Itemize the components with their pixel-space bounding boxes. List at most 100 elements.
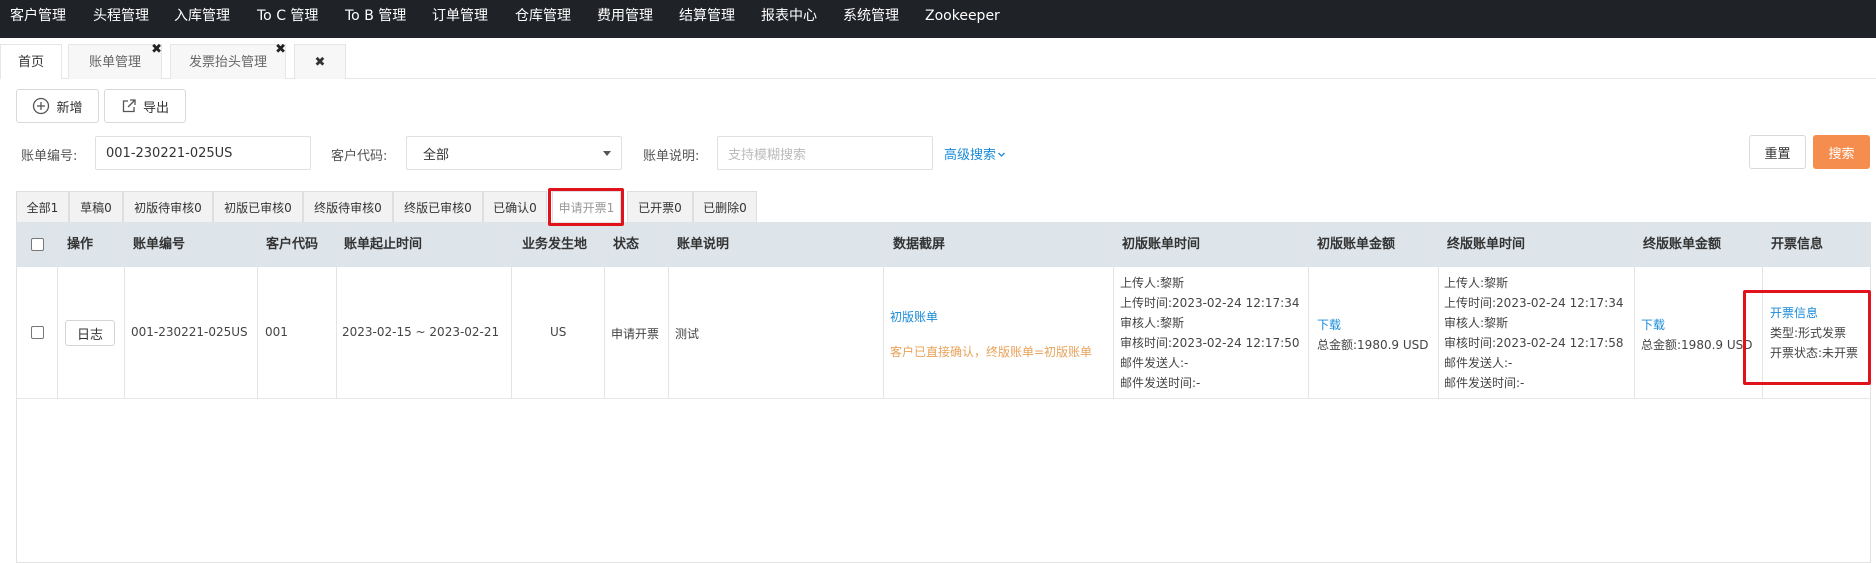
page-tabs-bar: 首页 账单管理 ✖ 发票抬头管理 ✖ ✖ bbox=[0, 38, 1876, 79]
bill-no-label: 账单编号: bbox=[21, 149, 78, 164]
final-review-time: 审核时间:2023-02-24 12:17:58 bbox=[1444, 336, 1624, 350]
reset-button[interactable]: 重置 bbox=[1749, 135, 1806, 169]
bill-desc-placeholder: 支持模糊搜索 bbox=[728, 147, 807, 163]
table-row: 日志 001-230221-025US 001 2023-02-15 ~ 202… bbox=[17, 267, 1870, 399]
screenshot-note: 客户已直接确认，终版账单=初版账单 bbox=[890, 345, 1093, 359]
bill-table: 操作 账单编号 客户代码 账单起止时间 业务发生地 状态 账单说明 数据截屏 初… bbox=[16, 222, 1871, 563]
nav-item-zookeeper[interactable]: Zookeeper bbox=[925, 0, 1000, 32]
status-tab-invoice-requested[interactable]: 申请开票1 bbox=[552, 191, 621, 223]
close-icon[interactable]: ✖ bbox=[275, 42, 286, 58]
reset-button-label: 重置 bbox=[1764, 146, 1791, 162]
final-uploader: 上传人:黎斯 bbox=[1444, 276, 1509, 290]
top-navigation-bar: 客户管理 头程管理 入库管理 To C 管理 To B 管理 订单管理 仓库管理… bbox=[0, 0, 1876, 38]
header-desc: 账单说明 bbox=[677, 237, 730, 252]
period-cell: 2023-02-15 ~ 2023-02-21 bbox=[342, 325, 500, 339]
nav-item-warehouse[interactable]: 仓库管理 bbox=[515, 0, 571, 32]
bill-desc-label: 账单说明: bbox=[643, 149, 700, 164]
status-tab-invoiced[interactable]: 已开票0 bbox=[627, 191, 693, 223]
status-tab-draft-pending[interactable]: 初版待审核0 bbox=[123, 191, 213, 223]
nav-item-settlement[interactable]: 结算管理 bbox=[679, 0, 735, 32]
close-all-icon: ✖ bbox=[314, 55, 326, 70]
nav-item-to-c[interactable]: To C 管理 bbox=[257, 0, 318, 32]
customer-code-label: 客户代码: bbox=[331, 149, 388, 164]
draft-upload-time: 上传时间:2023-02-24 12:17:34 bbox=[1120, 296, 1300, 310]
status-cell: 申请开票 bbox=[611, 327, 660, 341]
tab-home[interactable]: 首页 bbox=[0, 44, 62, 79]
desc-cell: 测试 bbox=[675, 327, 700, 341]
log-button[interactable]: 日志 bbox=[65, 320, 115, 346]
invoice-status: 开票状态:未开票 bbox=[1770, 346, 1859, 360]
draft-download-link[interactable]: 下载 bbox=[1317, 316, 1341, 333]
search-button-label: 搜索 bbox=[1828, 146, 1855, 162]
nav-item-inbound[interactable]: 入库管理 bbox=[174, 0, 230, 32]
header-final-amount: 终版账单金额 bbox=[1643, 237, 1722, 252]
row-checkbox[interactable] bbox=[31, 326, 44, 339]
invoice-info-link[interactable]: 开票信息 bbox=[1770, 303, 1858, 323]
final-mail-time: 邮件发送时间:- bbox=[1444, 376, 1525, 390]
nav-item-to-b[interactable]: To B 管理 bbox=[345, 0, 406, 32]
status-tab-deleted[interactable]: 已删除0 bbox=[693, 191, 757, 223]
tab-invoice-header-label: 发票抬头管理 bbox=[188, 55, 267, 70]
header-period: 账单起止时间 bbox=[344, 237, 423, 252]
nav-item-first-leg[interactable]: 头程管理 bbox=[93, 0, 149, 32]
tab-invoice-header-management[interactable]: 发票抬头管理 ✖ bbox=[170, 42, 286, 79]
bill-desc-input[interactable]: 支持模糊搜索 bbox=[717, 136, 933, 170]
final-time-info: 上传人:黎斯 上传时间:2023-02-24 12:17:34 审核人:黎斯 审… bbox=[1444, 273, 1624, 393]
bill-no-cell: 001-230221-025US bbox=[131, 325, 248, 339]
close-icon[interactable]: ✖ bbox=[151, 42, 162, 58]
add-button[interactable]: 新增 bbox=[16, 89, 99, 123]
search-button[interactable]: 搜索 bbox=[1813, 135, 1870, 169]
bill-no-input[interactable]: 001-230221-025US bbox=[95, 136, 311, 170]
final-mail-sender: 邮件发送人:- bbox=[1444, 356, 1513, 370]
status-tab-final-approved[interactable]: 终版已审核0 bbox=[393, 191, 483, 223]
draft-reviewer: 审核人:黎斯 bbox=[1120, 316, 1185, 330]
table-header: 操作 账单编号 客户代码 账单起止时间 业务发生地 状态 账单说明 数据截屏 初… bbox=[17, 223, 1870, 267]
customer-code-cell: 001 bbox=[265, 325, 288, 339]
header-final-time: 终版账单时间 bbox=[1447, 237, 1526, 252]
final-download-link[interactable]: 下载 bbox=[1641, 316, 1665, 333]
status-tab-all[interactable]: 全部1 bbox=[16, 191, 69, 223]
bill-no-value: 001-230221-025US bbox=[106, 145, 233, 161]
nav-item-reports[interactable]: 报表中心 bbox=[761, 0, 817, 32]
status-tab-confirmed[interactable]: 已确认0 bbox=[483, 191, 547, 223]
header-customer-code: 客户代码 bbox=[266, 237, 319, 252]
export-icon bbox=[122, 99, 136, 113]
log-button-label: 日志 bbox=[76, 327, 103, 343]
location-cell: US bbox=[550, 325, 567, 339]
close-all-tabs-button[interactable]: ✖ bbox=[294, 44, 346, 79]
add-button-label: 新增 bbox=[56, 100, 83, 116]
tab-home-label: 首页 bbox=[17, 55, 44, 70]
status-tab-draft[interactable]: 草稿0 bbox=[69, 191, 123, 223]
header-draft-amount: 初版账单金额 bbox=[1317, 237, 1396, 252]
status-tab-draft-approved[interactable]: 初版已审核0 bbox=[213, 191, 303, 223]
nav-item-fees[interactable]: 费用管理 bbox=[597, 0, 653, 32]
status-tab-final-pending[interactable]: 终版待审核0 bbox=[303, 191, 393, 223]
advanced-search-label: 高级搜索 bbox=[944, 148, 997, 163]
nav-item-orders[interactable]: 订单管理 bbox=[432, 0, 488, 32]
select-all-checkbox[interactable] bbox=[31, 238, 44, 251]
tab-bill-management[interactable]: 账单管理 ✖ bbox=[68, 42, 162, 79]
header-op: 操作 bbox=[67, 237, 94, 252]
draft-time-info: 上传人:黎斯 上传时间:2023-02-24 12:17:34 审核人:黎斯 审… bbox=[1120, 273, 1300, 393]
draft-mail-sender: 邮件发送人:- bbox=[1120, 356, 1189, 370]
draft-mail-time: 邮件发送时间:- bbox=[1120, 376, 1201, 390]
header-draft-time: 初版账单时间 bbox=[1122, 237, 1201, 252]
export-button-label: 导出 bbox=[142, 100, 169, 116]
draft-review-time: 审核时间:2023-02-24 12:17:50 bbox=[1120, 336, 1300, 350]
header-location: 业务发生地 bbox=[522, 237, 588, 252]
header-status: 状态 bbox=[613, 237, 640, 252]
nav-item-system[interactable]: 系统管理 bbox=[843, 0, 899, 32]
final-upload-time: 上传时间:2023-02-24 12:17:34 bbox=[1444, 296, 1624, 310]
draft-bill-link[interactable]: 初版账单 bbox=[890, 308, 938, 325]
advanced-search-link[interactable]: 高级搜索 bbox=[944, 144, 1006, 163]
draft-total: 总金额:1980.9 USD bbox=[1317, 338, 1429, 352]
nav-item-customer[interactable]: 客户管理 bbox=[10, 0, 66, 32]
customer-code-select[interactable]: 全部 bbox=[406, 136, 622, 170]
final-reviewer: 审核人:黎斯 bbox=[1444, 316, 1509, 330]
export-button[interactable]: 导出 bbox=[104, 89, 186, 123]
draft-uploader: 上传人:黎斯 bbox=[1120, 276, 1185, 290]
final-total: 总金额:1980.9 USD bbox=[1641, 338, 1753, 352]
chevron-down-icon bbox=[603, 151, 611, 156]
invoice-info: 开票信息 类型:形式发票 开票状态:未开票 bbox=[1770, 303, 1858, 363]
plus-circle-icon bbox=[33, 97, 50, 115]
